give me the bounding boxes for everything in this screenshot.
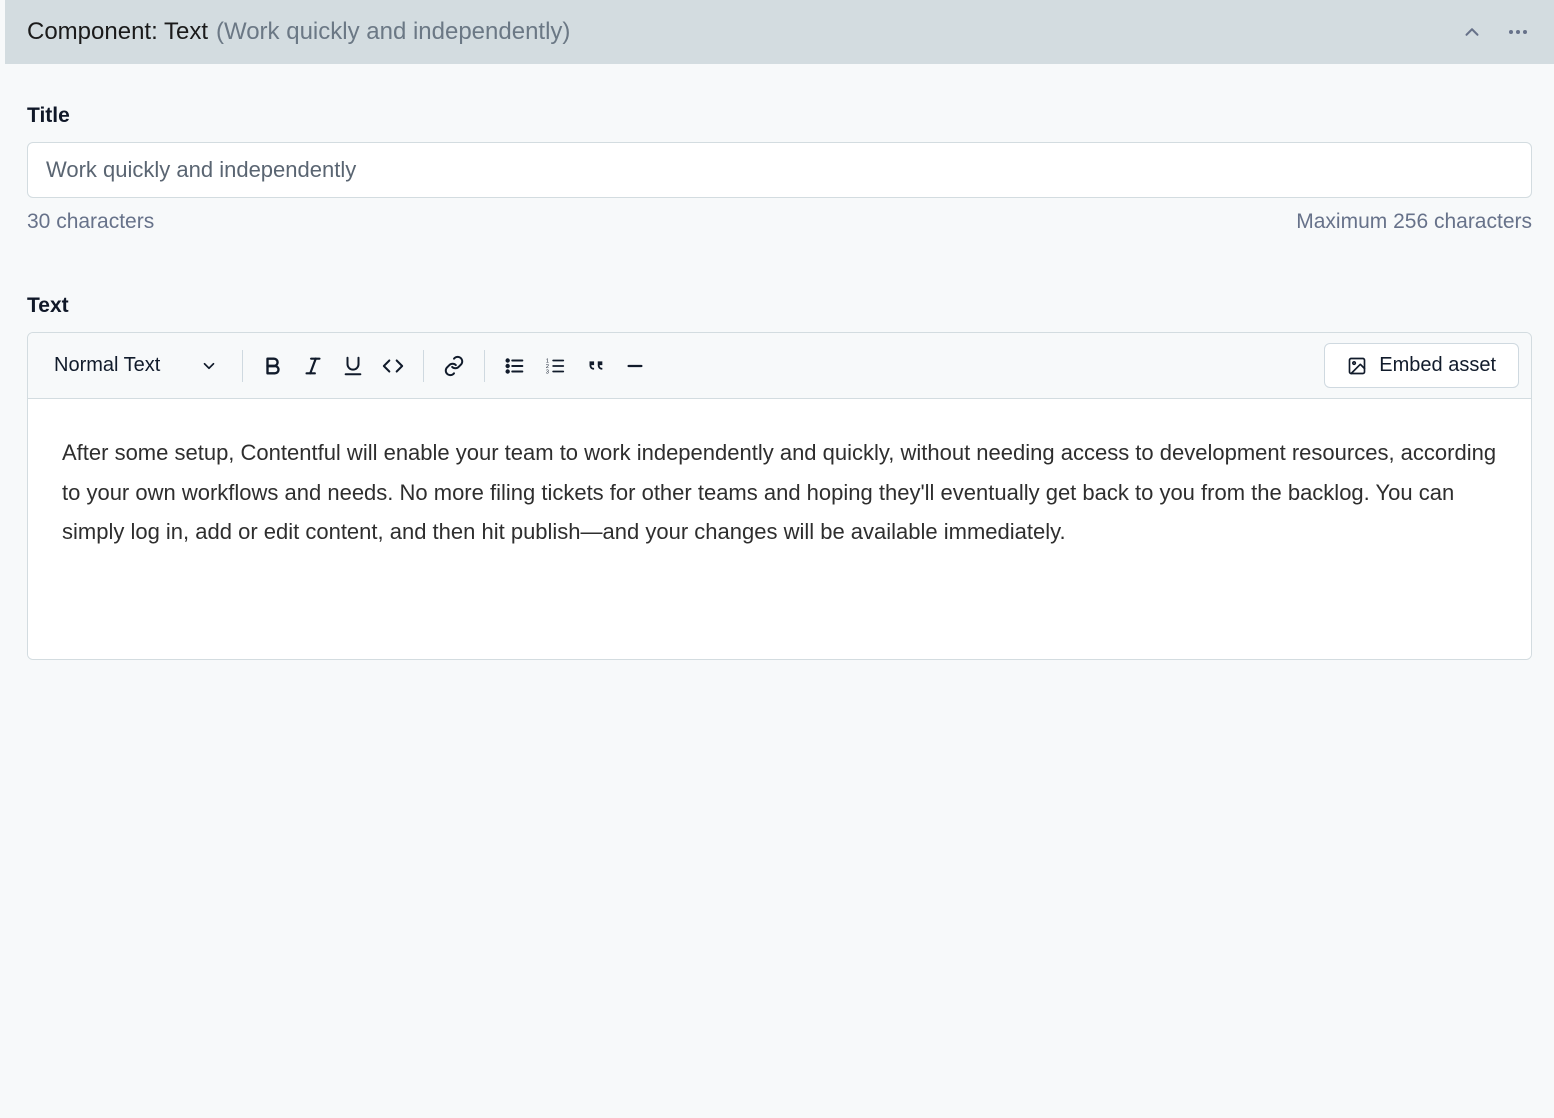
bold-button[interactable] bbox=[253, 348, 293, 384]
rte-toolbar: Normal Text bbox=[28, 333, 1531, 399]
toolbar-separator bbox=[423, 350, 424, 382]
toolbar-separator bbox=[484, 350, 485, 382]
bullet-list-icon bbox=[504, 355, 526, 377]
title-char-count: 30 characters bbox=[27, 210, 154, 234]
svg-text:3: 3 bbox=[546, 369, 549, 375]
component-body: Title 30 characters Maximum 256 characte… bbox=[5, 64, 1554, 710]
numbered-list-icon: 123 bbox=[544, 355, 566, 377]
embed-asset-label: Embed asset bbox=[1379, 354, 1496, 377]
code-button[interactable] bbox=[373, 348, 413, 384]
rich-text-editor: Normal Text bbox=[27, 332, 1532, 660]
component-title-group: Component: Text (Work quickly and indepe… bbox=[27, 18, 570, 46]
quote-icon bbox=[584, 355, 606, 377]
embed-asset-button[interactable]: Embed asset bbox=[1324, 343, 1519, 388]
component-editor: Component: Text (Work quickly and indepe… bbox=[5, 0, 1554, 710]
title-field-block: Title 30 characters Maximum 256 characte… bbox=[27, 104, 1532, 234]
text-field-label: Text bbox=[27, 294, 1532, 318]
underline-button[interactable] bbox=[333, 348, 373, 384]
rte-content[interactable]: After some setup, Contentful will enable… bbox=[28, 399, 1531, 659]
component-header: Component: Text (Work quickly and indepe… bbox=[5, 0, 1554, 64]
text-style-dropdown-label: Normal Text bbox=[54, 354, 160, 377]
bullet-list-button[interactable] bbox=[495, 348, 535, 384]
minus-icon bbox=[624, 355, 646, 377]
toolbar-separator bbox=[242, 350, 243, 382]
title-max-note: Maximum 256 characters bbox=[1296, 210, 1532, 234]
italic-button[interactable] bbox=[293, 348, 333, 384]
italic-icon bbox=[302, 355, 324, 377]
code-icon bbox=[381, 355, 405, 377]
chevron-up-icon bbox=[1461, 21, 1483, 43]
collapse-button[interactable] bbox=[1458, 18, 1486, 46]
title-input[interactable] bbox=[27, 142, 1532, 198]
more-actions-button[interactable] bbox=[1504, 18, 1532, 46]
image-icon bbox=[1347, 356, 1367, 376]
underline-icon bbox=[342, 355, 364, 377]
blockquote-button[interactable] bbox=[575, 348, 615, 384]
text-field-block: Text Normal Text bbox=[27, 294, 1532, 660]
text-style-dropdown[interactable]: Normal Text bbox=[40, 346, 232, 385]
title-field-label: Title bbox=[27, 104, 1532, 128]
component-name-label: (Work quickly and independently) bbox=[216, 18, 570, 46]
link-icon bbox=[442, 355, 466, 377]
header-actions bbox=[1458, 18, 1532, 46]
component-type-label: Component: Text bbox=[27, 18, 208, 46]
horizontal-rule-button[interactable] bbox=[615, 348, 655, 384]
title-meta-row: 30 characters Maximum 256 characters bbox=[27, 210, 1532, 234]
more-horizontal-icon bbox=[1506, 20, 1530, 44]
rte-toolbar-left: Normal Text bbox=[40, 346, 655, 385]
numbered-list-button[interactable]: 123 bbox=[535, 348, 575, 384]
chevron-down-icon bbox=[200, 357, 218, 375]
link-button[interactable] bbox=[434, 348, 474, 384]
bold-icon bbox=[262, 355, 284, 377]
